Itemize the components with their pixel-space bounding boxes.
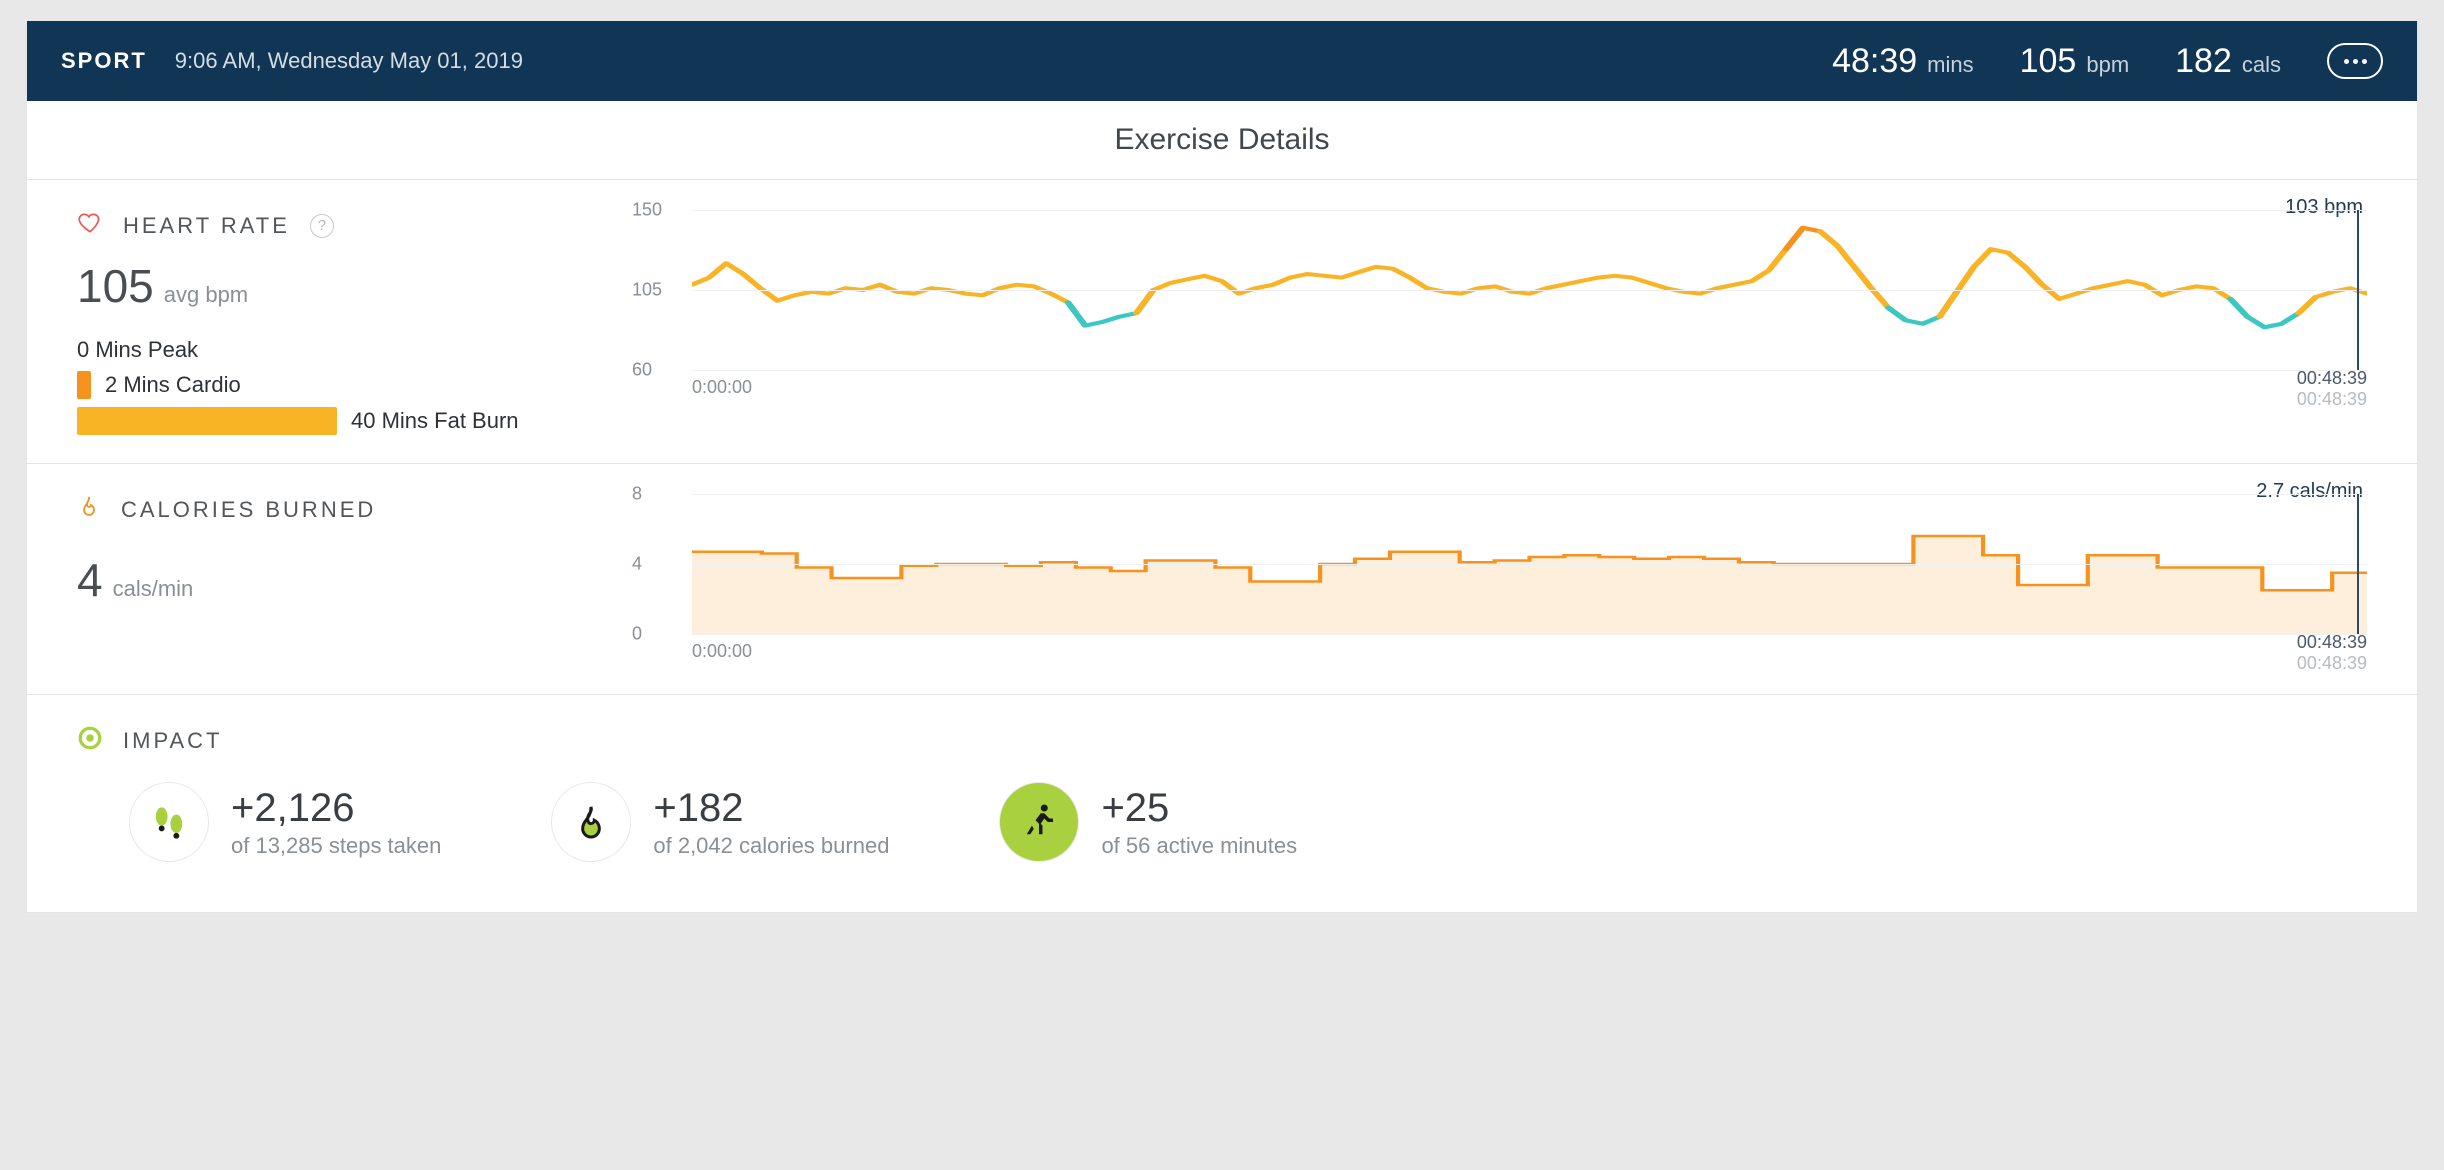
cal-y-tick: 8 [632,484,642,505]
impact-active: +25 of 56 active minutes [999,782,1297,862]
activity-type: SPORT [61,48,147,74]
page-title: Exercise Details [27,101,2417,180]
hr-zone: 2 Mins Cardio [77,371,632,399]
cal-x-start: 0:00:00 [692,641,752,662]
hr-y-tick: 105 [632,280,662,301]
duration-unit: mins [1927,52,1973,78]
calories-chart[interactable]: 048 0:00:00 00:48:39 00:48:39 [632,494,2367,674]
hr-unit: bpm [2086,52,2129,78]
cal-y-tick: 0 [632,624,642,645]
hr-x-end-top: 00:48:39 [2297,368,2367,389]
impact-steps-sub: of 13,285 steps taken [231,833,441,859]
avg-hr-value: 105 [77,259,154,313]
hr-zone-label: 40 Mins Fat Burn [351,408,519,434]
footsteps-icon [145,798,193,846]
hr-x-start: 0:00:00 [692,377,752,398]
hr-zone-label: 2 Mins Cardio [105,372,241,398]
target-icon [77,725,103,756]
stat-duration: 48:39 mins [1832,42,1974,81]
impact-steps: +2,126 of 13,285 steps taken [129,782,441,862]
avg-hr-unit: avg bpm [164,282,248,308]
help-button[interactable]: ? [310,214,334,238]
cal-y-tick: 4 [632,554,642,575]
hr-x-end-bottom: 00:48:39 [2297,389,2367,410]
hr-y-tick: 150 [632,200,662,221]
hr-zone: 0 Mins Peak [77,337,632,363]
stat-hr: 105 bpm [2020,42,2130,81]
impact-calories: +182 of 2,042 calories burned [551,782,889,862]
avg-cal-unit: cals/min [113,576,194,602]
impact-steps-value: +2,126 [231,786,441,831]
impact-active-value: +25 [1101,786,1297,831]
stat-cals: 182 cals [2175,42,2281,81]
activity-timestamp: 9:06 AM, Wednesday May 01, 2019 [175,48,523,74]
section-impact: IMPACT +2,126 of 13,285 steps taken [27,695,2417,912]
heart-icon [77,210,103,241]
hr-y-tick: 60 [632,360,652,381]
running-icon [1015,798,1063,846]
hr-zone-label: 0 Mins Peak [77,337,198,363]
cal-value: 182 [2175,42,2232,81]
impact-active-sub: of 56 active minutes [1101,833,1297,859]
flame-icon [77,494,101,525]
section-heart-rate: HEART RATE ? 105 avg bpm 0 Mins Peak 2 Mi… [27,180,2417,464]
cal-unit: cals [2242,52,2281,78]
hr-zone: 40 Mins Fat Burn [77,407,632,435]
cal-x-end-top: 00:48:39 [2297,632,2367,653]
impact-cal-value: +182 [653,786,889,831]
avg-cal-value: 4 [77,553,103,607]
duration-value: 48:39 [1832,42,1917,81]
more-button[interactable] [2327,43,2383,79]
impact-cal-sub: of 2,042 calories burned [653,833,889,859]
hr-value: 105 [2020,42,2077,81]
activity-header: SPORT 9:06 AM, Wednesday May 01, 2019 48… [27,21,2417,101]
impact-title: IMPACT [123,728,222,754]
heart-rate-title: HEART RATE [123,213,290,239]
section-calories: CALORIES BURNED 4 cals/min 2.7 cals/min … [27,464,2417,695]
calories-title: CALORIES BURNED [121,497,376,523]
heart-rate-chart[interactable]: 60105150 0:00:00 00:48:39 00:48:39 [632,210,2367,410]
flame-badge-icon [567,798,615,846]
cal-x-end-bottom: 00:48:39 [2297,653,2367,674]
